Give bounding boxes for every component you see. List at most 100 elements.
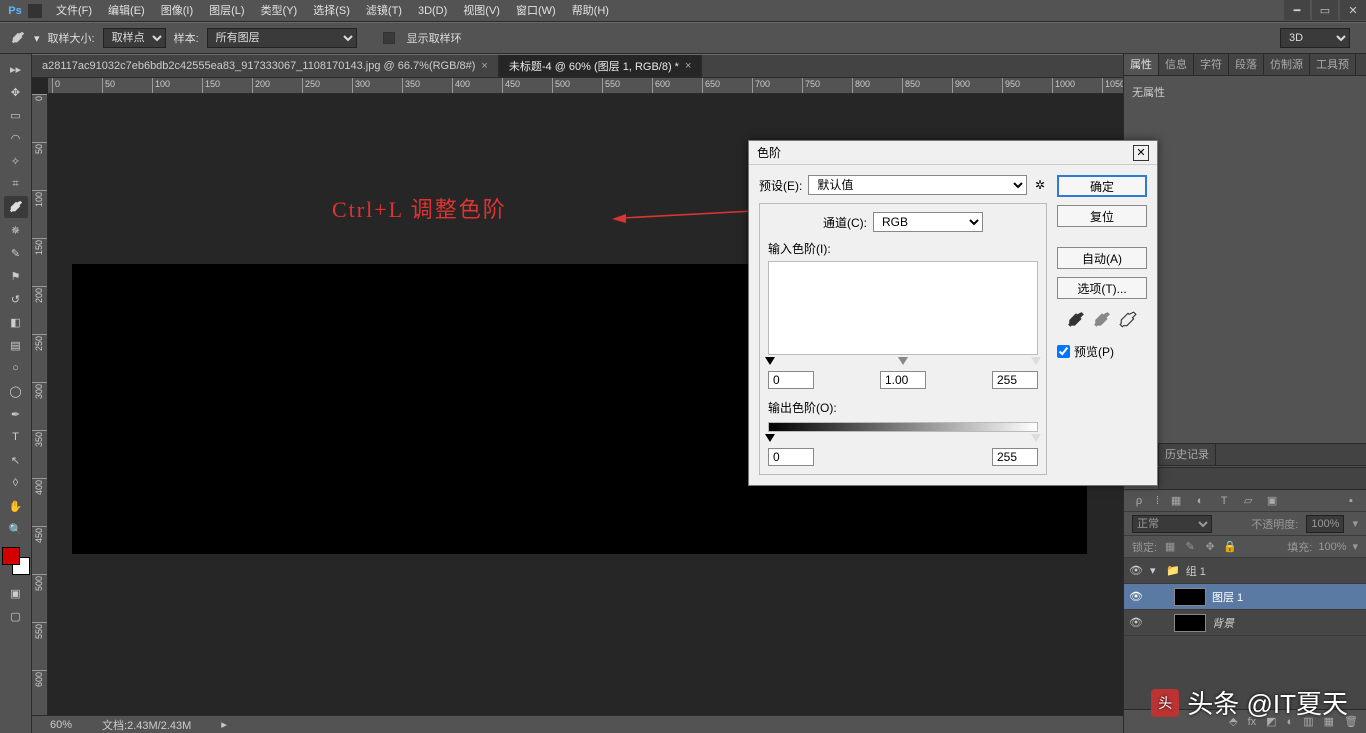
visibility-icon[interactable]: 👁 (1128, 564, 1144, 577)
filter-toggle[interactable]: ▪ (1344, 495, 1358, 507)
shape-tool[interactable]: ◊ (4, 472, 28, 494)
options-button[interactable]: 选项(T)... (1057, 277, 1147, 299)
input-slider[interactable] (768, 357, 1038, 367)
preset-label: 预设(E): (759, 177, 802, 194)
quickmask-tool[interactable]: ▣ (4, 582, 28, 604)
filter-kind-icon[interactable]: ρ (1132, 495, 1146, 507)
menu-item[interactable]: 滤镜(T) (358, 0, 410, 22)
stamp-tool[interactable]: ⚑ (4, 265, 28, 287)
pen-tool[interactable]: ✒ (4, 403, 28, 425)
lock-paint-icon[interactable]: ✎ (1183, 540, 1197, 553)
screenmode-tool[interactable]: ▢ (4, 605, 28, 627)
panel-tab[interactable]: 字符 (1194, 54, 1229, 75)
fill-value[interactable]: 100% (1318, 541, 1346, 553)
maximize-button[interactable]: ▭ (1312, 0, 1338, 20)
menu-item[interactable]: 图层(L) (201, 0, 252, 22)
arrange-icon[interactable]: ▸▸ (4, 58, 28, 80)
dialog-close-button[interactable]: ✕ (1133, 145, 1149, 161)
eyedropper-tool[interactable] (4, 196, 28, 218)
menu-item[interactable]: 视图(V) (455, 0, 508, 22)
menu-item[interactable]: 窗口(W) (508, 0, 564, 22)
show-ring-check[interactable] (383, 32, 395, 44)
brush-tool[interactable]: ✎ (4, 242, 28, 264)
eraser-tool[interactable]: ◧ (4, 311, 28, 333)
output-white-field[interactable] (992, 448, 1038, 466)
output-slider[interactable] (768, 434, 1038, 444)
preview-check[interactable] (1057, 345, 1070, 358)
panel-tab[interactable]: 属性 (1124, 54, 1159, 75)
tab-close-icon[interactable]: × (481, 60, 487, 72)
path-tool[interactable]: ↖ (4, 449, 28, 471)
preview-label: 预览(P) (1074, 343, 1114, 360)
preset-select[interactable]: 默认值 (808, 175, 1027, 195)
sample-size-select[interactable]: 取样点 (103, 28, 166, 48)
wand-tool[interactable]: ✧ (4, 150, 28, 172)
auto-button[interactable]: 自动(A) (1057, 247, 1147, 269)
output-gradient (768, 422, 1038, 432)
tab-close-icon[interactable]: × (685, 60, 691, 72)
gray-eyedropper-icon[interactable] (1093, 311, 1111, 329)
menu-item[interactable]: 3D(D) (410, 0, 455, 22)
layer-thumb (1174, 588, 1206, 606)
opacity-value[interactable]: 100% (1306, 515, 1344, 533)
channel-select[interactable]: RGB (873, 212, 983, 232)
menu-item[interactable]: 类型(Y) (253, 0, 306, 22)
zoom-level[interactable]: 60% (50, 719, 72, 731)
lock-pos-icon[interactable]: ✥ (1203, 540, 1217, 553)
eyedropper-row (1057, 311, 1147, 329)
layer-row[interactable]: 👁图层 1 (1124, 584, 1366, 610)
filter-adjust-icon[interactable]: ◐ (1193, 495, 1207, 507)
input-white-field[interactable] (992, 371, 1038, 389)
type-tool[interactable]: T (4, 426, 28, 448)
hand-tool[interactable]: ✋ (4, 495, 28, 517)
heal-tool[interactable]: ✵ (4, 219, 28, 241)
panel-tab[interactable]: 仿制源 (1264, 54, 1310, 75)
color-swatches[interactable] (2, 547, 30, 575)
annotation-text: Ctrl+L 调整色阶 (332, 192, 507, 224)
input-black-field[interactable] (768, 371, 814, 389)
sample-label: 样本: (174, 30, 199, 46)
filter-smart-icon[interactable]: ▣ (1265, 494, 1279, 507)
lock-all-icon[interactable]: 🔒 (1223, 540, 1237, 553)
visibility-icon[interactable]: 👁 (1128, 590, 1144, 603)
visibility-icon[interactable]: 👁 (1128, 616, 1144, 629)
lasso-tool[interactable]: ◠ (4, 127, 28, 149)
document-tab[interactable]: 未标题-4 @ 60% (图层 1, RGB/8) *× (499, 55, 703, 77)
move-tool[interactable]: ✥ (4, 81, 28, 103)
output-black-field[interactable] (768, 448, 814, 466)
crop-tool[interactable]: ⌗ (4, 173, 28, 195)
input-gamma-field[interactable] (880, 371, 926, 389)
zoom-tool[interactable]: 🔍 (4, 518, 28, 540)
panel-tab[interactable]: 工具预 (1310, 54, 1356, 75)
menu-item[interactable]: 帮助(H) (564, 0, 617, 22)
close-button[interactable]: ✕ (1340, 0, 1366, 20)
workspace-select[interactable]: 3D (1280, 28, 1350, 48)
ok-button[interactable]: 确定 (1057, 175, 1147, 197)
menu-item[interactable]: 选择(S) (305, 0, 358, 22)
gradient-tool[interactable]: ▤ (4, 334, 28, 356)
panel-tab[interactable]: 历史记录 (1159, 444, 1216, 465)
blur-tool[interactable]: ○ (4, 357, 28, 379)
black-eyedropper-icon[interactable] (1067, 311, 1085, 329)
menu-item[interactable]: 编辑(E) (100, 0, 153, 22)
lock-trans-icon[interactable]: ▦ (1163, 540, 1177, 553)
menu-item[interactable]: 图像(I) (153, 0, 201, 22)
panel-tab[interactable]: 信息 (1159, 54, 1194, 75)
panel-tab[interactable]: 段落 (1229, 54, 1264, 75)
layer-row[interactable]: 👁背景 (1124, 610, 1366, 636)
minimize-button[interactable]: ━ (1284, 0, 1310, 20)
history-brush-tool[interactable]: ↺ (4, 288, 28, 310)
blend-mode-select[interactable]: 正常 (1132, 515, 1212, 533)
sample-layers-select[interactable]: 所有图层 (207, 28, 357, 48)
filter-pixel-icon[interactable]: ▦ (1169, 494, 1183, 507)
layer-row[interactable]: 👁▾📁组 1 (1124, 558, 1366, 584)
filter-shape-icon[interactable]: ▱ (1241, 494, 1255, 507)
preset-gear-icon[interactable]: ✲ (1033, 178, 1047, 192)
menu-item[interactable]: 文件(F) (48, 0, 100, 22)
document-tab[interactable]: a28117ac91032c7eb6bdb2c42555ea83_9173330… (32, 55, 499, 77)
white-eyedropper-icon[interactable] (1119, 311, 1137, 329)
filter-type-icon[interactable]: T (1217, 495, 1231, 507)
cancel-button[interactable]: 复位 (1057, 205, 1147, 227)
dodge-tool[interactable]: ◯ (4, 380, 28, 402)
marquee-tool[interactable]: ▭ (4, 104, 28, 126)
